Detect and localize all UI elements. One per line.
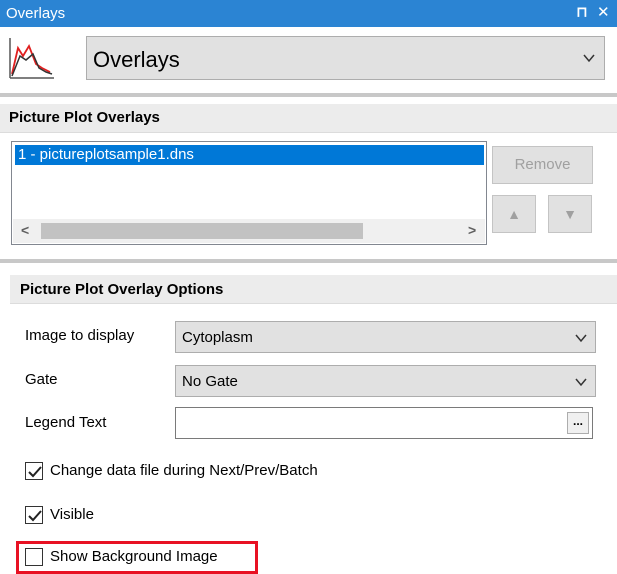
overlays-dropdown-value: Overlays xyxy=(93,47,180,72)
visible-label: Visible xyxy=(50,506,94,523)
section-title: Picture Plot Overlays xyxy=(9,109,160,126)
legend-text-input[interactable]: ... xyxy=(175,407,593,439)
overlays-toolbar: Overlays xyxy=(0,27,617,93)
section-divider xyxy=(0,259,617,263)
pin-icon[interactable]: ⊓ xyxy=(576,3,588,21)
chevron-down-icon xyxy=(583,54,595,63)
change-data-file-checkbox[interactable] xyxy=(25,462,43,480)
move-up-button[interactable]: ▲ xyxy=(492,195,536,233)
picture-plot-overlays-header: Picture Plot Overlays xyxy=(0,104,617,133)
chevron-down-icon xyxy=(575,334,587,343)
list-item[interactable]: 1 - pictureplotsample1.dns xyxy=(15,145,484,165)
section-title: Picture Plot Overlay Options xyxy=(20,281,224,298)
gate-value: No Gate xyxy=(182,373,238,390)
image-to-display-dropdown[interactable]: Cytoplasm xyxy=(175,321,596,353)
overlay-plot-icon xyxy=(9,38,54,79)
gate-dropdown[interactable]: No Gate xyxy=(175,365,596,397)
ellipsis-button[interactable]: ... xyxy=(567,412,589,434)
close-icon[interactable]: ✕ xyxy=(597,3,610,21)
scroll-left-icon[interactable]: < xyxy=(21,222,29,238)
checkmark-icon xyxy=(28,510,42,522)
remove-button[interactable]: Remove xyxy=(492,146,593,184)
scrollbar-thumb[interactable] xyxy=(41,223,363,239)
overlays-dropdown[interactable]: Overlays xyxy=(86,36,605,80)
legend-text-label: Legend Text xyxy=(25,414,107,431)
chevron-down-icon xyxy=(575,378,587,387)
gate-label: Gate xyxy=(25,371,58,388)
checkmark-icon xyxy=(28,466,42,478)
horizontal-scrollbar[interactable]: < > xyxy=(13,219,485,243)
overlay-options-header: Picture Plot Overlay Options xyxy=(10,275,617,304)
scroll-right-icon[interactable]: > xyxy=(468,222,476,238)
window-title: Overlays xyxy=(6,5,66,22)
image-to-display-value: Cytoplasm xyxy=(182,329,253,346)
image-to-display-label: Image to display xyxy=(25,327,135,344)
window-titlebar: Overlays ⊓ ✕ xyxy=(0,0,617,27)
change-data-file-label: Change data file during Next/Prev/Batch xyxy=(50,462,318,479)
annotation-highlight-box xyxy=(16,541,258,574)
visible-checkbox[interactable] xyxy=(25,506,43,524)
overlays-listbox[interactable]: 1 - pictureplotsample1.dns < > xyxy=(11,141,487,245)
move-down-button[interactable]: ▼ xyxy=(548,195,592,233)
section-divider xyxy=(0,93,617,97)
